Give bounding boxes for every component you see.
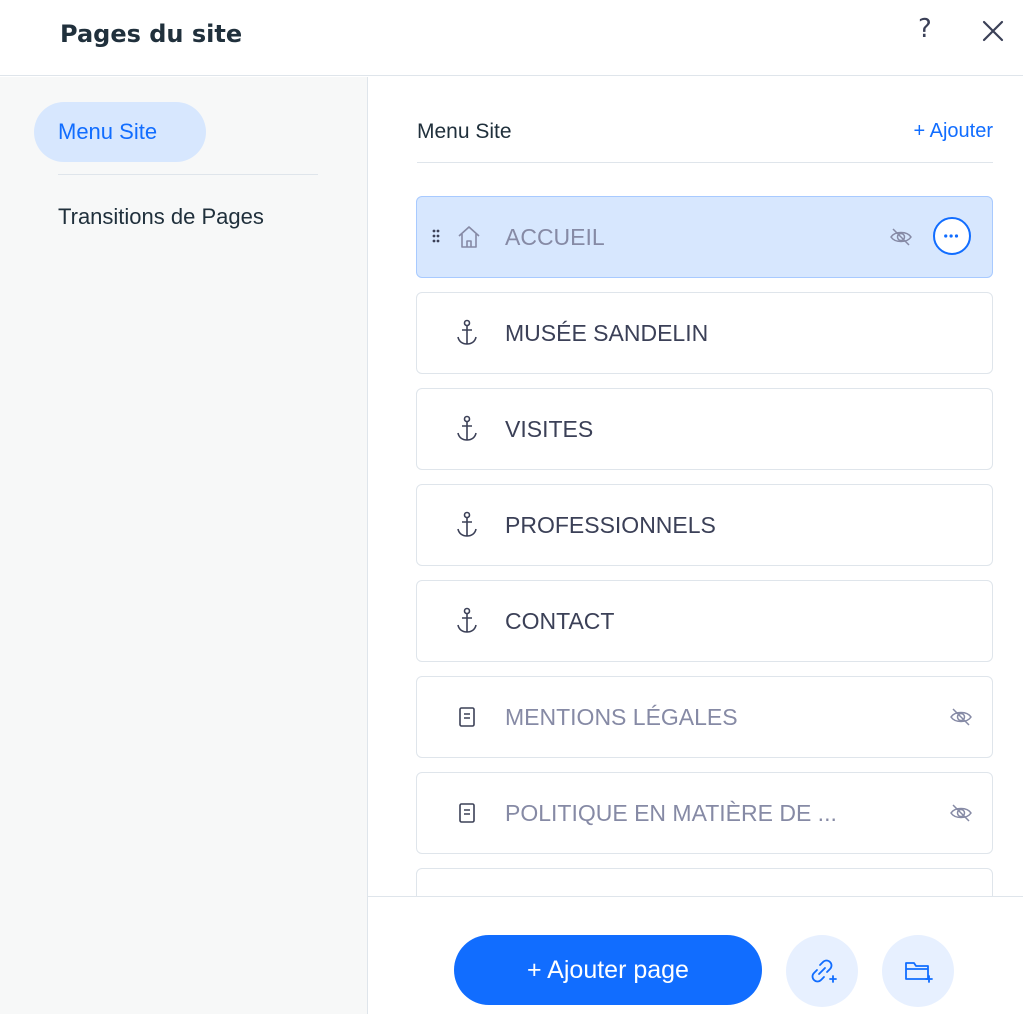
add-menu-item-link[interactable]: + Ajouter	[913, 120, 993, 143]
menu-panel: Menu Site + Ajouter ACCUEIL MUSÉE SANDEL…	[368, 77, 1023, 1014]
page-row-partial[interactable]	[416, 868, 993, 896]
page-list: ACCUEIL MUSÉE SANDELIN VISITES PROFESSIO…	[416, 196, 993, 896]
page-row-musee-sandelin[interactable]: MUSÉE SANDELIN	[416, 292, 993, 374]
page-label: ACCUEIL	[505, 224, 605, 250]
page-label: MUSÉE SANDELIN	[505, 320, 709, 346]
panel-footer: + Ajouter page	[368, 896, 1023, 1014]
menu-heading: Menu Site	[417, 120, 512, 143]
page-label: PROFESSIONNELS	[505, 512, 716, 538]
anchor-icon	[457, 319, 477, 345]
anchor-icon	[457, 415, 477, 441]
page-row-accueil[interactable]: ACCUEIL	[416, 196, 993, 278]
hidden-eye-icon	[890, 228, 912, 246]
link-plus-icon	[811, 959, 837, 983]
page-label: CONTACT	[505, 608, 615, 634]
page-icon	[459, 803, 475, 823]
sidebar: Menu Site Transitions de Pages	[0, 77, 368, 1014]
page-icon	[459, 707, 475, 727]
sidebar-item-page-transitions[interactable]: Transitions de Pages	[58, 204, 264, 230]
anchor-icon	[457, 511, 477, 537]
heading-divider	[417, 162, 993, 163]
help-button[interactable]: ?	[918, 14, 932, 44]
page-row-contact[interactable]: CONTACT	[416, 580, 993, 662]
hidden-eye-icon	[950, 804, 972, 822]
hidden-eye-icon	[950, 708, 972, 726]
page-row-visites[interactable]: VISITES	[416, 388, 993, 470]
page-row-politique[interactable]: POLITIQUE EN MATIÈRE DE ...	[416, 772, 993, 854]
add-link-button[interactable]	[786, 935, 858, 1007]
page-label: VISITES	[505, 416, 594, 442]
sidebar-item-menu-site[interactable]: Menu Site	[34, 102, 206, 162]
folder-plus-icon	[905, 962, 933, 983]
more-actions-icon[interactable]	[933, 217, 971, 255]
sidebar-divider	[58, 174, 318, 175]
home-icon	[458, 226, 480, 248]
add-folder-button[interactable]	[882, 935, 954, 1007]
panel-title: Pages du site	[60, 20, 243, 48]
page-label: MENTIONS LÉGALES	[505, 704, 738, 730]
drag-handle-icon[interactable]	[432, 229, 440, 243]
panel-header: Pages du site ?	[0, 0, 1023, 76]
anchor-icon	[457, 607, 477, 633]
page-label: POLITIQUE EN MATIÈRE DE ...	[505, 800, 837, 826]
page-row-mentions-legales[interactable]: MENTIONS LÉGALES	[416, 676, 993, 758]
close-icon[interactable]	[980, 18, 1006, 44]
page-row-professionnels[interactable]: PROFESSIONNELS	[416, 484, 993, 566]
add-page-button[interactable]: + Ajouter page	[454, 935, 762, 1005]
